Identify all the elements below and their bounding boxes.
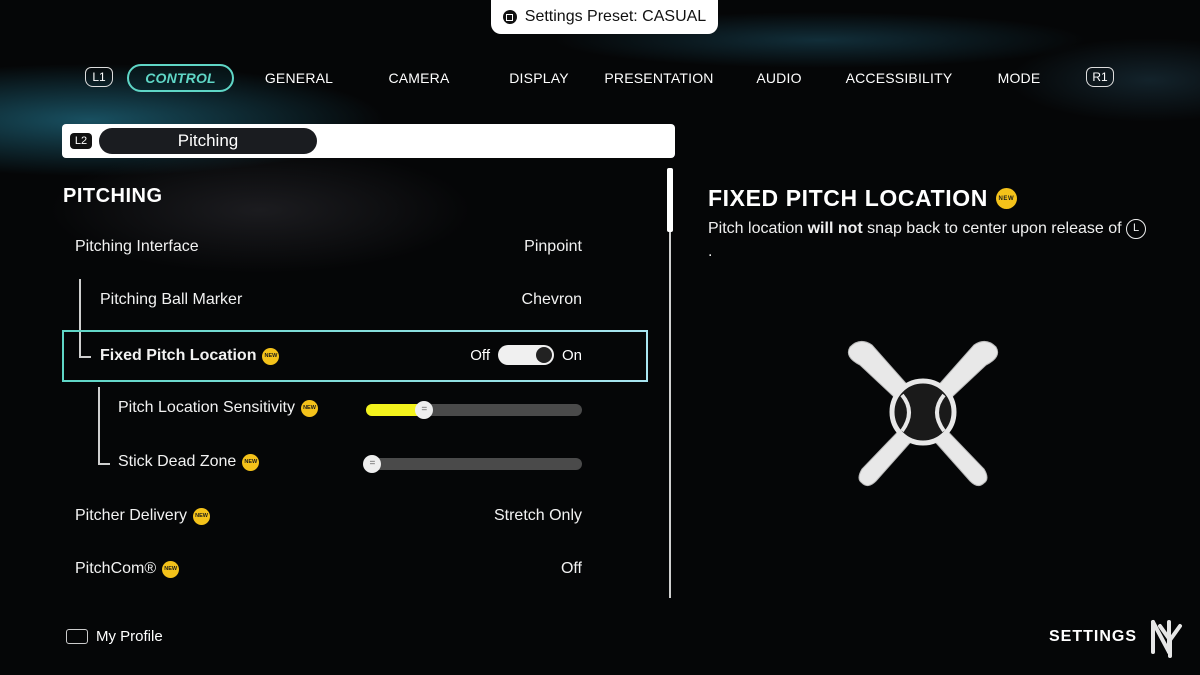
tab-general[interactable]: GENERAL [249, 64, 349, 92]
setting-fixed-pitch-location[interactable]: Fixed Pitch Location NEW Off On [62, 330, 648, 382]
setting-pitching-interface[interactable]: Pitching Interface Pinpoint [62, 223, 648, 275]
tab-camera[interactable]: CAMERA [369, 64, 469, 92]
subcategory-bar: L2 Pitching [62, 124, 675, 158]
crossed-bats-ball-icon [847, 341, 999, 487]
setting-label: Pitching Interface [75, 238, 199, 255]
setting-label-group: Fixed Pitch Location NEW [100, 347, 280, 365]
setting-label-group: Pitcher Delivery NEW [75, 507, 211, 525]
setting-label: Stick Dead Zone [118, 453, 237, 470]
setting-label: Pitch Location Sensitivity [118, 399, 295, 416]
sensitivity-slider[interactable]: = [366, 401, 582, 419]
setting-pitcher-delivery[interactable]: Pitcher Delivery NEW Stretch Only [62, 492, 648, 544]
setting-value: Off [560, 560, 582, 577]
info-description: Pitch location will not snap back to cen… [708, 217, 1148, 263]
scrollbar-thumb[interactable] [667, 168, 673, 232]
settings-preset-pill[interactable]: Settings Preset: CASUAL [491, 0, 718, 34]
setting-pitching-ball-marker[interactable]: Pitching Ball Marker Chevron [62, 276, 648, 328]
my-profile-button[interactable]: My Profile [66, 628, 163, 645]
r1-button-icon[interactable]: R1 [1086, 67, 1114, 87]
new-badge: NEW [262, 347, 280, 365]
setting-label-group: Stick Dead Zone NEW [118, 453, 260, 471]
section-title: PITCHING [63, 185, 163, 207]
setting-label-group: Pitch Location Sensitivity NEW [118, 399, 318, 417]
desc-bold: will not [807, 220, 863, 237]
info-title: FIXED PITCH LOCATION NEW [708, 185, 1017, 212]
setting-label: Fixed Pitch Location [100, 347, 257, 364]
setting-value: Stretch Only [493, 507, 582, 524]
setting-label: Pitcher Delivery [75, 507, 188, 524]
l-stick-icon: L [1126, 218, 1146, 239]
info-title-text: FIXED PITCH LOCATION [708, 185, 988, 211]
dead-zone-slider[interactable]: = [363, 455, 582, 473]
tab-control[interactable]: CONTROL [127, 64, 234, 92]
settings-label: SETTINGS [1048, 628, 1137, 645]
setting-stick-dead-zone[interactable]: Stick Dead Zone NEW = [62, 438, 648, 490]
tab-audio[interactable]: AUDIO [729, 64, 829, 92]
new-badge: NEW [300, 399, 318, 417]
toggle-group: Off On [470, 345, 582, 365]
toggle-on-label: On [561, 346, 582, 364]
team-logo [1151, 620, 1182, 658]
setting-label: Pitching Ball Marker [100, 291, 243, 308]
desc-text: . [708, 243, 713, 260]
desc-text: snap back to center upon release of [862, 220, 1126, 237]
touchpad-icon [66, 629, 88, 644]
tab-accessibility[interactable]: ACCESSIBILITY [844, 64, 954, 92]
setting-value: Chevron [521, 291, 582, 308]
tab-presentation[interactable]: PRESENTATION [604, 64, 714, 92]
desc-text: Pitch location [708, 220, 808, 237]
l2-button-icon[interactable]: L2 [70, 133, 92, 149]
toggle-knob [535, 347, 552, 363]
new-badge: NEW [193, 507, 211, 525]
setting-pitchcom[interactable]: PitchCom® NEW Off [62, 545, 648, 597]
slider-thumb[interactable]: = [415, 401, 434, 419]
profile-label: My Profile [96, 628, 163, 645]
slider-thumb[interactable]: = [363, 455, 382, 473]
scrollbar-track[interactable] [669, 168, 671, 598]
tab-mode[interactable]: MODE [969, 64, 1069, 92]
setting-label: PitchCom® [75, 560, 157, 577]
subcategory-selector[interactable]: Pitching [99, 128, 317, 154]
preset-label: Settings Preset: CASUAL [524, 8, 707, 25]
fixed-pitch-toggle[interactable] [497, 345, 554, 365]
new-badge: NEW [995, 188, 1017, 209]
toggle-off-label: Off [470, 346, 490, 364]
square-button-icon [502, 10, 517, 24]
l1-button-icon[interactable]: L1 [85, 67, 113, 87]
setting-value: Pinpoint [524, 238, 582, 255]
setting-pitch-location-sensitivity[interactable]: Pitch Location Sensitivity NEW = [62, 384, 648, 436]
setting-label-group: PitchCom® NEW [75, 560, 180, 578]
tab-display[interactable]: DISPLAY [489, 64, 589, 92]
new-badge: NEW [242, 453, 260, 471]
new-badge: NEW [162, 560, 180, 578]
